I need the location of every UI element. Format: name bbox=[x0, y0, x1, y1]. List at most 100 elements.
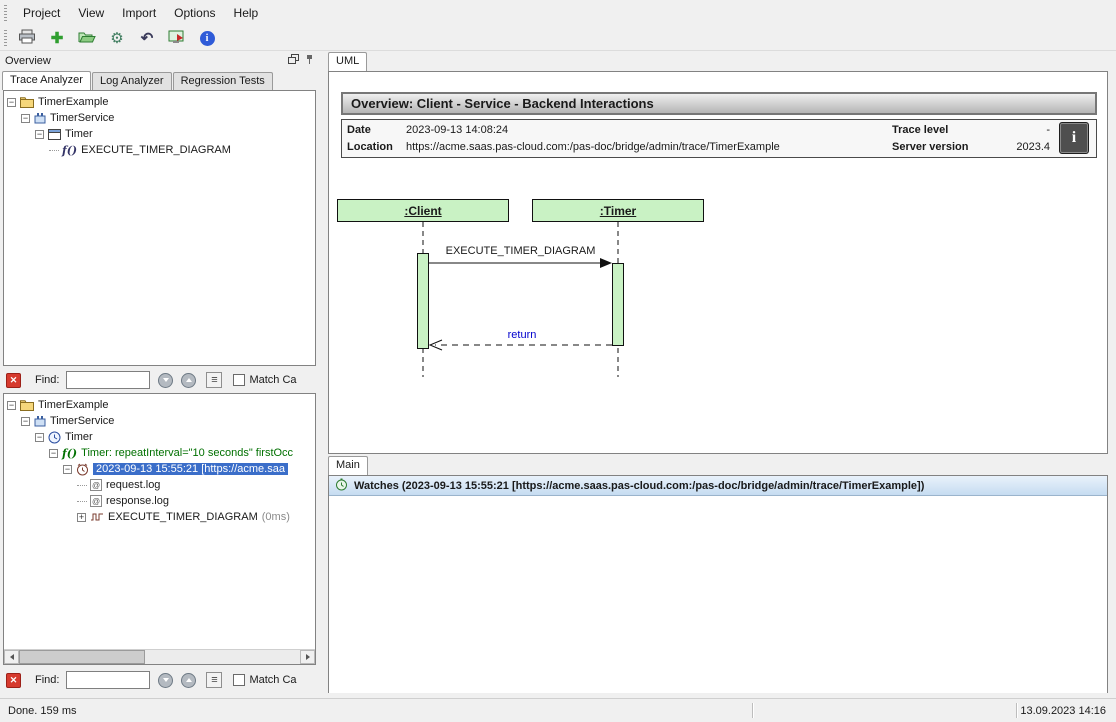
tree-item[interactable]: − TimerExample bbox=[4, 94, 315, 110]
tree-item[interactable]: − Timer bbox=[4, 126, 315, 142]
collapse-icon[interactable]: − bbox=[35, 130, 44, 139]
service-icon bbox=[34, 112, 46, 124]
match-case-checkbox[interactable] bbox=[233, 374, 245, 386]
find-input[interactable] bbox=[66, 371, 150, 389]
find-options-button[interactable]: ≡ bbox=[206, 372, 222, 388]
collapse-icon[interactable]: − bbox=[7, 98, 16, 107]
trace-tree: − TimerExample − TimerService − Timer f(… bbox=[3, 90, 316, 366]
clear-search-icon[interactable]: ✕ bbox=[6, 673, 21, 688]
tab-main[interactable]: Main bbox=[328, 456, 368, 475]
match-case-checkbox[interactable] bbox=[233, 674, 245, 686]
tree-item-label: TimerExample bbox=[38, 96, 109, 108]
tree-item[interactable]: @ response.log bbox=[4, 493, 315, 509]
collapse-icon[interactable]: − bbox=[63, 465, 72, 474]
menu-import[interactable]: Import bbox=[113, 2, 165, 24]
tree-item-label: EXECUTE_TIMER_DIAGRAM bbox=[81, 144, 231, 156]
main-tab-row: Main bbox=[328, 455, 369, 475]
add-icon: ✚ bbox=[51, 29, 64, 47]
scrollbar-thumb[interactable] bbox=[19, 650, 145, 664]
menu-project[interactable]: Project bbox=[14, 2, 69, 24]
log-file-icon: @ bbox=[90, 495, 102, 507]
collapse-icon[interactable]: − bbox=[7, 401, 16, 410]
tab-uml[interactable]: UML bbox=[328, 52, 367, 71]
float-window-icon[interactable] bbox=[288, 54, 299, 67]
menu-help[interactable]: Help bbox=[225, 2, 268, 24]
toolbar-grip[interactable] bbox=[4, 30, 7, 46]
pin-icon[interactable] bbox=[305, 54, 314, 68]
toolbar-grip[interactable] bbox=[4, 5, 7, 21]
watches-title: Watches (2023-09-13 15:55:21 [https://ac… bbox=[354, 480, 924, 492]
tab-regression-tests[interactable]: Regression Tests bbox=[173, 72, 273, 90]
tree-item-selected[interactable]: − 2023-09-13 15:55:21 [https://acme.saa bbox=[4, 461, 315, 477]
expand-icon[interactable]: + bbox=[77, 513, 86, 522]
tree-item-label: Timer: repeatInterval="10 seconds" first… bbox=[81, 447, 293, 459]
alarm-clock-icon bbox=[76, 463, 89, 476]
open-folder-icon bbox=[78, 30, 96, 47]
print-button[interactable] bbox=[14, 28, 40, 49]
find-next-button[interactable] bbox=[158, 673, 173, 688]
status-bar: Done. 159 ms 13.09.2023 14:16 bbox=[0, 698, 1116, 722]
chevron-up-icon bbox=[186, 378, 192, 382]
add-button[interactable]: ✚ bbox=[44, 28, 70, 49]
collapse-icon[interactable]: − bbox=[49, 449, 58, 458]
timer-window-icon bbox=[48, 129, 61, 140]
clear-search-icon[interactable]: ✕ bbox=[6, 373, 21, 388]
tree-item[interactable]: − TimerExample bbox=[4, 397, 315, 413]
find-input[interactable] bbox=[66, 671, 150, 689]
tree-item[interactable]: @ request.log bbox=[4, 477, 315, 493]
collapse-icon[interactable]: − bbox=[35, 433, 44, 442]
find-previous-button[interactable] bbox=[181, 373, 196, 388]
collapse-icon[interactable]: − bbox=[21, 114, 30, 123]
folder-icon bbox=[20, 400, 34, 411]
watches-body[interactable] bbox=[329, 496, 1107, 693]
status-separator bbox=[1016, 703, 1017, 718]
diagram-title: Overview: Client - Service - Backend Int… bbox=[341, 92, 1097, 115]
undo-button[interactable]: ↶ bbox=[134, 28, 160, 49]
tree-item[interactable]: − TimerService bbox=[4, 110, 315, 126]
settings-gear-icon: ⚙ bbox=[110, 29, 123, 47]
scroll-right-button[interactable] bbox=[300, 650, 315, 664]
tab-trace-analyzer[interactable]: Trace Analyzer bbox=[2, 71, 91, 90]
find-next-button[interactable] bbox=[158, 373, 173, 388]
diagram-info-button[interactable]: i bbox=[1059, 122, 1089, 154]
info-icon: i bbox=[200, 31, 215, 46]
export-button[interactable] bbox=[164, 28, 190, 49]
activation-bar-timer bbox=[612, 263, 624, 346]
tree-item[interactable]: − TimerService bbox=[4, 413, 315, 429]
main-toolbar: ✚ ⚙ ↶ i bbox=[0, 26, 1116, 51]
return-label: return bbox=[467, 329, 577, 341]
chevron-down-icon bbox=[163, 678, 169, 682]
tree-connector bbox=[49, 150, 59, 151]
clock-icon bbox=[48, 431, 61, 444]
scroll-left-button[interactable] bbox=[4, 650, 19, 664]
tree-item[interactable]: − Timer bbox=[4, 429, 315, 445]
settings-button[interactable]: ⚙ bbox=[104, 28, 130, 49]
message-label: EXECUTE_TIMER_DIAGRAM bbox=[429, 245, 612, 257]
menu-options[interactable]: Options bbox=[165, 2, 224, 24]
menu-view[interactable]: View bbox=[69, 2, 113, 24]
tree-item[interactable]: − f() Timer: repeatInterval="10 seconds"… bbox=[4, 445, 315, 461]
info-button-toolbar[interactable]: i bbox=[194, 28, 220, 49]
tree-item-label: Timer bbox=[65, 431, 93, 443]
tree-item-label: request.log bbox=[106, 479, 160, 491]
print-icon bbox=[18, 29, 36, 47]
tree-item-label: TimerExample bbox=[38, 399, 109, 411]
find-options-button[interactable]: ≡ bbox=[206, 672, 222, 688]
scrollbar-track[interactable] bbox=[145, 650, 300, 664]
tree-item-label: TimerService bbox=[50, 112, 114, 124]
function-icon: f() bbox=[62, 447, 77, 460]
undo-icon: ↶ bbox=[141, 29, 154, 47]
tree-item[interactable]: f() EXECUTE_TIMER_DIAGRAM bbox=[4, 142, 315, 158]
collapse-icon[interactable]: − bbox=[21, 417, 30, 426]
find-bar: ✕ Find: ≡ Match Ca bbox=[0, 667, 319, 693]
diagram-info-table: Date 2023-09-13 14:08:24 Trace level - L… bbox=[341, 119, 1097, 158]
function-icon: f() bbox=[62, 144, 77, 157]
tree-item[interactable]: + EXECUTE_TIMER_DIAGRAM (0ms) bbox=[4, 509, 315, 525]
open-button[interactable] bbox=[74, 28, 100, 49]
match-case-label: Match Ca bbox=[249, 374, 296, 386]
tab-log-analyzer[interactable]: Log Analyzer bbox=[92, 72, 172, 90]
status-separator bbox=[752, 703, 753, 718]
horizontal-scrollbar bbox=[4, 649, 315, 664]
uml-diagram: Overview: Client - Service - Backend Int… bbox=[328, 71, 1108, 454]
find-previous-button[interactable] bbox=[181, 673, 196, 688]
